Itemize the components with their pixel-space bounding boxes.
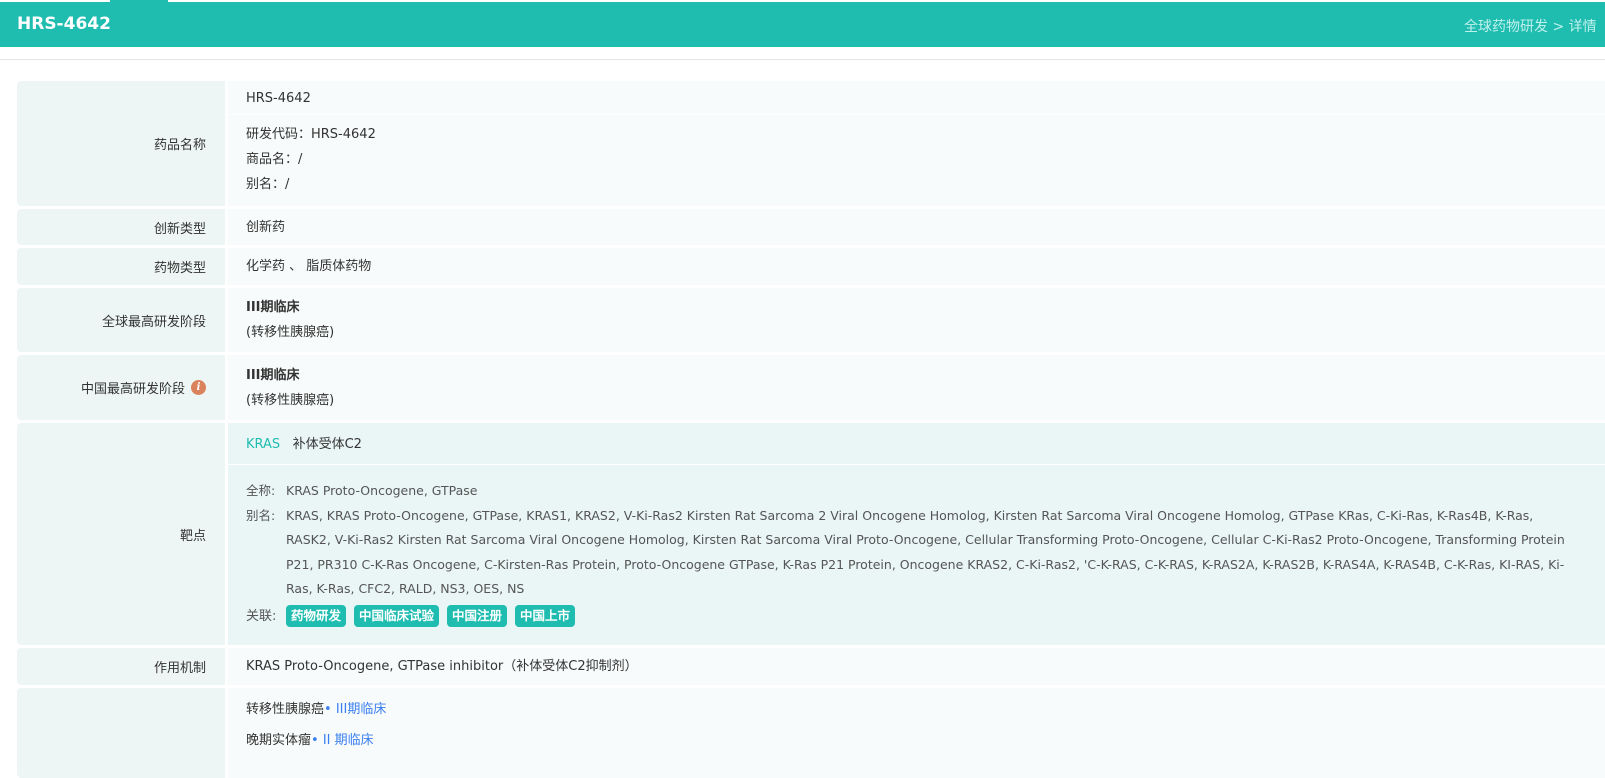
row-label: 药品名称 bbox=[17, 81, 225, 206]
drug-type-value: 化学药 、 脂质体药物 bbox=[228, 248, 1605, 285]
row-mechanism: 作用机制 KRAS Proto-Oncogene, GTPase inhibit… bbox=[17, 648, 1605, 685]
info-icon[interactable]: i bbox=[191, 380, 206, 395]
related-key: 关联: bbox=[246, 608, 277, 624]
row-value: HRS-4642 研发代码：HRS-4642 商品名：/ 别名：/ bbox=[228, 81, 1605, 206]
row-global-stage: 全球最高研发阶段 III期临床 (转移性胰腺癌) bbox=[17, 288, 1605, 352]
target-cn: 补体受体C2 bbox=[292, 437, 362, 452]
row-indications: 转移性胰腺癌• III期临床 晚期实体瘤• II 期临床 bbox=[17, 688, 1605, 778]
row-value: III期临床 (转移性胰腺癌) bbox=[228, 355, 1605, 420]
fullname-value: KRAS Proto-Oncogene, GTPase bbox=[286, 483, 478, 498]
breadcrumb[interactable]: 全球药物研发 > 详情 bbox=[1464, 16, 1597, 36]
fullname-key: 全称: bbox=[246, 483, 276, 498]
divider bbox=[0, 59, 1605, 60]
indication-stage[interactable]: • II 期临床 bbox=[311, 733, 374, 748]
drug-name-details: 研发代码：HRS-4642 商品名：/ 别名：/ bbox=[228, 115, 1605, 197]
target-header: KRAS 补体受体C2 bbox=[228, 423, 1605, 465]
indication-name: 晚期实体瘤 bbox=[246, 733, 312, 748]
row-label: 靶点 bbox=[17, 423, 225, 645]
row-label: 作用机制 bbox=[17, 648, 225, 685]
row-value: 转移性胰腺癌• III期临床 晚期实体瘤• II 期临床 bbox=[228, 688, 1605, 778]
alias-value: KRAS, KRAS Proto-Oncogene, GTPase, KRAS1… bbox=[286, 507, 1565, 597]
target-details: 全称: KRAS Proto-Oncogene, GTPase 别名: KRAS, … bbox=[228, 465, 1605, 629]
row-value: III期临床 (转移性胰腺癌) bbox=[228, 288, 1605, 352]
alias-key: 别名: bbox=[246, 507, 276, 523]
mechanism-value: KRAS Proto-Oncogene, GTPase inhibitor（补体… bbox=[228, 648, 1605, 685]
indication-stage[interactable]: • III期临床 bbox=[324, 702, 386, 717]
china-indication: (转移性胰腺癌) bbox=[246, 392, 335, 408]
page-header: HRS-4642 全球药物研发 > 详情 bbox=[0, 2, 1605, 47]
row-label: 全球最高研发阶段 bbox=[17, 288, 225, 352]
row-label: 中国最高研发阶段 bbox=[80, 382, 185, 397]
indication-item: 晚期实体瘤• II 期临床 bbox=[246, 725, 1605, 756]
row-drug-type: 药物类型 化学药 、 脂质体药物 bbox=[17, 248, 1605, 285]
global-indication: (转移性胰腺癌) bbox=[246, 325, 335, 340]
page-title: HRS-4642 bbox=[17, 14, 111, 34]
row-label: 药物类型 bbox=[17, 248, 225, 285]
tag-china-market[interactable]: 中国上市 bbox=[515, 605, 576, 627]
row-china-stage: 中国最高研发阶段 i III期临床 (转移性胰腺癌) bbox=[17, 355, 1605, 420]
tag-china-registration[interactable]: 中国注册 bbox=[447, 605, 508, 627]
row-drug-name: 药品名称 HRS-4642 研发代码：HRS-4642 商品名：/ 别名：/ bbox=[17, 81, 1605, 206]
drug-code: 研发代码：HRS-4642 bbox=[246, 127, 376, 142]
row-label-wrap: 中国最高研发阶段 i bbox=[17, 355, 225, 420]
row-label-empty bbox=[17, 688, 225, 778]
row-label: 创新类型 bbox=[17, 209, 225, 245]
tag-china-trial[interactable]: 中国临床试验 bbox=[354, 605, 440, 627]
china-stage: III期临床 bbox=[246, 367, 300, 383]
row-value: KRAS 补体受体C2 全称: KRAS Proto-Oncogene, GTPa… bbox=[228, 423, 1605, 645]
indication-item: 转移性胰腺癌• III期临床 bbox=[246, 694, 1605, 725]
drug-alias: 别名：/ bbox=[246, 177, 290, 192]
row-target: 靶点 KRAS 补体受体C2 全称: KRAS Proto-Oncogene, G… bbox=[17, 423, 1605, 645]
indication-name: 转移性胰腺癌 bbox=[246, 702, 325, 717]
innovation-value: 创新药 bbox=[228, 209, 1605, 245]
drug-name-main: HRS-4642 bbox=[228, 81, 1605, 115]
global-stage: III期临床 bbox=[246, 300, 300, 315]
row-innovation: 创新类型 创新药 bbox=[17, 209, 1605, 245]
tag-drug-rd[interactable]: 药物研发 bbox=[286, 605, 347, 627]
trade-name: 商品名：/ bbox=[246, 152, 303, 167]
target-link[interactable]: KRAS bbox=[246, 437, 280, 452]
